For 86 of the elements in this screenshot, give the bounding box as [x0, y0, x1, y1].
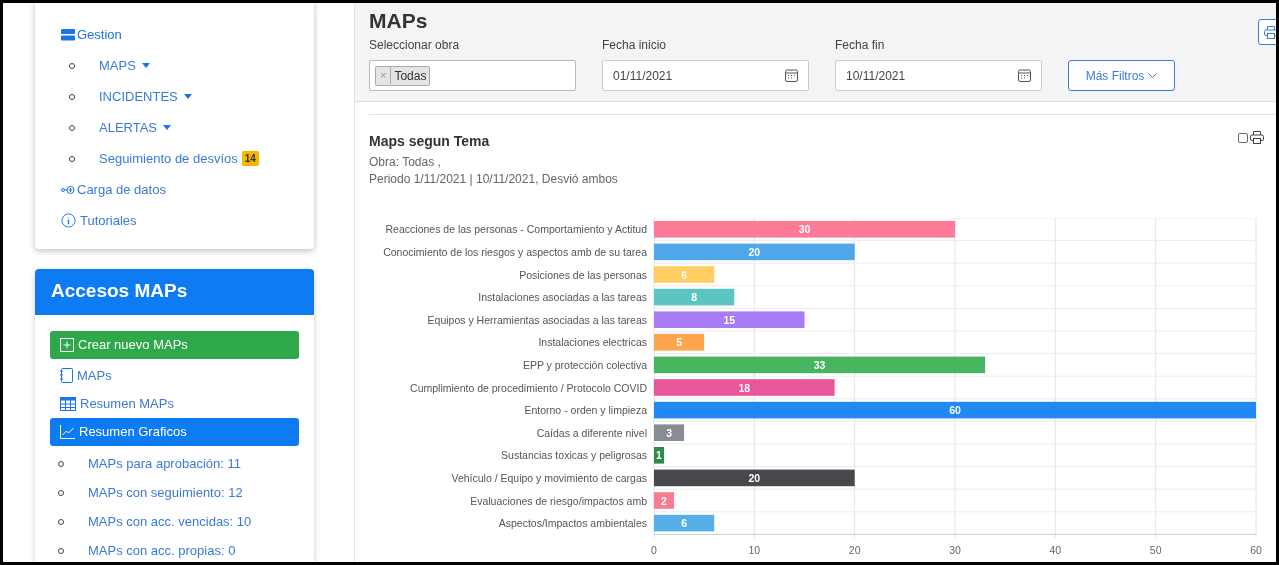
- category-label: Evaluaciones de riesgo/impactos amb: [470, 494, 647, 507]
- bar-value-label: 20: [748, 245, 761, 258]
- axis-tick-label: 10: [748, 544, 761, 556]
- calendar-icon[interactable]: [785, 69, 798, 82]
- calendar-icon[interactable]: [1018, 69, 1031, 82]
- stat-link[interactable]: MAPs con seguimiento: 12: [88, 482, 243, 503]
- bar-value-label: 2: [661, 494, 667, 507]
- nav-link[interactable]: Gestion: [61, 25, 314, 45]
- stat-link[interactable]: MAPs con acc. vencidas: 10: [88, 511, 252, 532]
- date-field[interactable]: 10/11/2021: [835, 60, 1042, 91]
- field-label: Fecha inicio: [602, 37, 668, 54]
- page-title: MAPs: [369, 8, 429, 34]
- axis-tick-label: 40: [1049, 544, 1062, 556]
- bar-value-label: 8: [691, 290, 698, 303]
- print-icon: [1264, 25, 1276, 39]
- field-label: Seleccionar obra: [369, 37, 461, 54]
- axis-tick-label: 20: [848, 544, 861, 556]
- stat-link[interactable]: MAPs con acc. propias: 0: [88, 540, 236, 561]
- nav-link[interactable]: Carga de datos: [61, 180, 314, 200]
- print-icon: [1250, 130, 1264, 144]
- category-label: Instalaciones asociadas a las tareas: [478, 290, 647, 303]
- category-label: Instalaciones electricas: [538, 335, 647, 348]
- tag-label: Todas: [393, 67, 428, 85]
- category-label: Caídas a diferente nivel: [536, 426, 647, 439]
- category-label: Entorno - orden y limpieza: [524, 403, 647, 416]
- bar: [654, 491, 675, 509]
- create-button[interactable]: Crear nuevo MAPs: [50, 330, 299, 359]
- nav-link[interactable]: Tutoriales: [61, 211, 314, 231]
- category-label: Vehículo / Equipo y movimiento de cargas: [451, 471, 647, 484]
- bar-value-label: 1: [656, 448, 662, 461]
- date-field[interactable]: 01/11/2021: [602, 60, 809, 91]
- axis-tick-label: 60: [1250, 544, 1262, 556]
- category-label: Cumplimiento de procedimiento / Protocolo COVID: [410, 381, 647, 394]
- caret-icon: [183, 94, 192, 100]
- dropdown-link[interactable]: ALERTAS: [99, 118, 172, 138]
- axis-tick-label: 50: [1149, 544, 1162, 556]
- bar-value-label: 5: [676, 335, 682, 348]
- bar-value-label: 20: [748, 471, 761, 484]
- caret-icon: [163, 125, 172, 131]
- bar-value-label: 18: [738, 381, 751, 394]
- menu-item[interactable]: MAPs: [50, 361, 299, 390]
- category-label: Posiciones de las personas: [519, 268, 647, 281]
- caret-icon: [141, 63, 150, 69]
- axis-tick-label: 30: [949, 544, 961, 556]
- category-label: Sustancias toxicas y peligrosas: [501, 448, 647, 461]
- category-label: EPP y protección colectiva: [522, 358, 647, 371]
- chart-subtitle: Periodo 1/11/2021 | 10/11/2021, Desvió ambos: [369, 171, 619, 186]
- card-title: Accesos MAPs: [35, 268, 314, 315]
- table-icon: [60, 396, 76, 411]
- field-label: Fecha fin: [835, 37, 886, 54]
- bar-value-label: 15: [723, 313, 736, 326]
- dropdown-link[interactable]: MAPS: [99, 56, 150, 76]
- checkbox[interactable]: [1238, 132, 1248, 143]
- category-label: Conocimiento de los riesgos y aspectos amb de su tarea: [383, 245, 647, 258]
- stat-link[interactable]: MAPs para aprobación: 11: [88, 453, 241, 474]
- info-icon: [61, 213, 76, 229]
- bar-value-label: 3: [666, 426, 672, 439]
- bar: [654, 265, 715, 283]
- dropdown-link[interactable]: INCIDENTES: [99, 87, 192, 107]
- bar: [654, 424, 685, 441]
- server-icon: [61, 28, 75, 41]
- bar-value-label: 6: [681, 268, 687, 281]
- count-badge: 14: [241, 151, 259, 167]
- menu-item[interactable]: Resumen MAPs: [50, 389, 299, 418]
- notebook-icon: [60, 368, 73, 383]
- select-field[interactable]: × Todas: [369, 60, 576, 91]
- category-label: Reacciones de las personas - Comportamiento y Actitud: [385, 222, 647, 235]
- menu-item[interactable]: Resumen Graficos: [50, 417, 299, 446]
- plug-icon: [61, 184, 75, 195]
- bar-value-label: 33: [813, 358, 826, 371]
- more-filters-button[interactable]: Más Filtros: [1068, 60, 1175, 91]
- bar: [654, 333, 705, 351]
- remove-tag-button[interactable]: ×: [376, 67, 392, 84]
- bar-value-label: 30: [798, 222, 811, 235]
- category-label: Aspectos/Impactos ambientales: [498, 516, 647, 529]
- bar: [654, 514, 715, 531]
- chevron-down-icon: [1148, 73, 1158, 78]
- nav-link[interactable]: Seguimiento de desvíos: [99, 149, 238, 169]
- axis-tick-label: 0: [651, 544, 657, 556]
- plus-square-icon: [60, 337, 74, 352]
- chart-title: Maps segun Tema: [369, 131, 491, 151]
- bar-value-label: 60: [949, 403, 961, 416]
- line-chart-icon: [60, 424, 75, 439]
- bar-value-label: 6: [681, 516, 687, 529]
- category-label: Equipos y Herramientas asociadas a las tareas: [427, 313, 647, 326]
- chart-subtitle: Obra: Todas ,: [369, 154, 442, 169]
